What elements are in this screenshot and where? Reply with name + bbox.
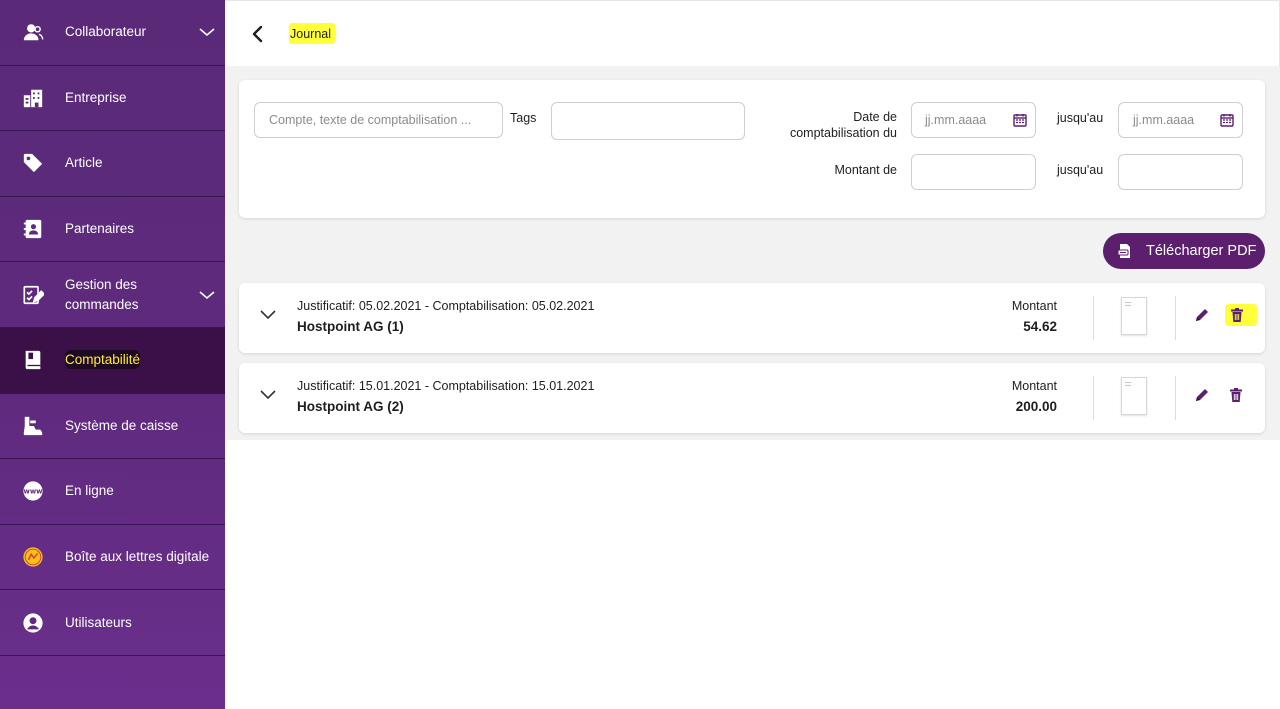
trash-icon[interactable]: [1228, 387, 1244, 403]
filter-panel: Compte, texte de comptabilisation ... Ta…: [239, 80, 1265, 218]
amount-value: 200.00: [1015, 399, 1057, 414]
chevron-down-icon[interactable]: [199, 25, 215, 39]
sidebar-item-gestion-des-commandes[interactable]: Gestion des commandes: [0, 262, 225, 328]
sidebar-item-label-text: Comptabilité: [65, 350, 141, 370]
receipt-thumbnail[interactable]: [1121, 297, 1147, 335]
pdf-file-icon: [1117, 244, 1130, 258]
pencil-edit-icon[interactable]: [1194, 387, 1210, 403]
amount-until-input[interactable]: [1118, 154, 1243, 190]
sidebar-item-comptabilite[interactable]: Comptabilité: [0, 327, 225, 394]
tag-icon: [21, 151, 45, 175]
sidebar-item-label: En ligne: [65, 483, 114, 499]
contacts-book-icon: [21, 217, 45, 241]
main-content: Journal Compte, texte de comptabilisatio…: [225, 0, 1280, 709]
download-pdf-label: Télécharger PDF: [1146, 243, 1257, 259]
trash-icon: [1231, 308, 1243, 322]
www-globe-icon: www: [21, 479, 45, 503]
chevron-down-icon[interactable]: [259, 305, 277, 323]
sidebar-item-article[interactable]: Article: [0, 131, 225, 197]
building-icon: [21, 86, 45, 110]
divider: [1093, 296, 1094, 340]
sidebar-item-label: Comptabilité: [65, 350, 195, 370]
date-from-label: Date de comptabilisation du: [759, 109, 897, 141]
search-input[interactable]: Compte, texte de comptabilisation ...: [254, 102, 503, 138]
sidebar-item-label: Partenaires: [65, 221, 135, 237]
top-bar: Journal: [225, 0, 1280, 66]
date-until-placeholder: jj.mm.aaaa: [1133, 113, 1195, 127]
date-from-label-line1: Date de: [853, 110, 897, 124]
mailbox-logo-icon: [21, 545, 45, 569]
sidebar-item-entreprise[interactable]: Entreprise: [0, 66, 225, 132]
sidebar-item-boite-aux-lettres-digitale[interactable]: Boîte aux lettres digitale: [0, 525, 225, 591]
sidebar-item-label: Gestion des commandes: [65, 276, 139, 312]
tags-input[interactable]: [551, 102, 745, 140]
sidebar-item-label: Article: [65, 155, 103, 171]
calendar-icon[interactable]: [1220, 113, 1234, 127]
chevron-down-icon[interactable]: [199, 288, 215, 302]
date-from-label-line2: comptabilisation du: [789, 126, 897, 140]
entry-meta: Justificatif: 05.02.2021 - Comptabilisat…: [297, 299, 595, 313]
sidebar-item-label: Système de caisse: [65, 417, 179, 433]
amount-value: 54.62: [1023, 319, 1057, 334]
sidebar-item-en-ligne[interactable]: www En ligne: [0, 459, 225, 525]
date-from-input[interactable]: jj.mm.aaaa: [911, 102, 1036, 138]
ledger-book-icon: [21, 348, 45, 372]
sidebar-item-collaborateur[interactable]: Collaborateur: [0, 0, 225, 66]
sidebar-item-label: Boîte aux lettres digitale: [65, 549, 210, 565]
users-icon: [21, 20, 45, 44]
back-arrow-icon[interactable]: [247, 23, 269, 45]
date-until-label: jusqu'au: [1057, 111, 1104, 125]
divider: [1175, 376, 1176, 420]
entry-name: Hostpoint AG (2): [297, 399, 404, 414]
journal-entry: Justificatif: 05.02.2021 - Comptabilisat…: [239, 283, 1265, 353]
content-lower-background: [225, 440, 1280, 709]
receipt-thumbnail[interactable]: [1121, 377, 1147, 415]
amount-label: Montant: [1011, 379, 1057, 393]
sidebar-item-label: Entreprise: [65, 89, 127, 105]
sidebar-item-partenaires[interactable]: Partenaires: [0, 197, 225, 263]
download-pdf-button[interactable]: Télécharger PDF: [1103, 233, 1265, 269]
page-title: Journal: [289, 23, 335, 44]
divider: [1175, 296, 1176, 340]
tags-label: Tags: [510, 111, 537, 125]
amount-from-input[interactable]: [911, 154, 1036, 190]
svg-text:www: www: [23, 488, 43, 496]
checklist-edit-icon: [21, 283, 45, 307]
search-placeholder: Compte, texte de comptabilisation ...: [269, 113, 472, 127]
delete-button[interactable]: [1225, 304, 1257, 326]
entry-name: Hostpoint AG (1): [297, 319, 404, 334]
sidebar-item-systeme-de-caisse[interactable]: Système de caisse: [0, 394, 225, 460]
sidebar-item-label: Utilisateurs: [65, 614, 132, 630]
journal-entry: Justificatif: 15.01.2021 - Comptabilisat…: [239, 363, 1265, 433]
chevron-down-icon[interactable]: [259, 385, 277, 403]
sidebar-item-label: Collaborateur: [65, 24, 147, 40]
pencil-edit-icon[interactable]: [1194, 307, 1210, 323]
sidebar: Collaborateur Entreprise Article Partena…: [0, 0, 225, 709]
date-until-input[interactable]: jj.mm.aaaa: [1118, 102, 1243, 138]
amount-label: Montant: [1011, 299, 1057, 313]
user-circle-icon: [21, 611, 45, 635]
sidebar-item-utilisateurs[interactable]: Utilisateurs: [0, 590, 225, 656]
amount-until-label: jusqu'au: [1057, 163, 1104, 177]
date-from-placeholder: jj.mm.aaaa: [925, 113, 987, 127]
divider: [1093, 376, 1094, 420]
entry-meta: Justificatif: 15.01.2021 - Comptabilisat…: [297, 379, 595, 393]
calendar-icon[interactable]: [1013, 113, 1027, 127]
cash-register-icon: [21, 414, 45, 438]
amount-from-label: Montant de: [834, 163, 897, 177]
